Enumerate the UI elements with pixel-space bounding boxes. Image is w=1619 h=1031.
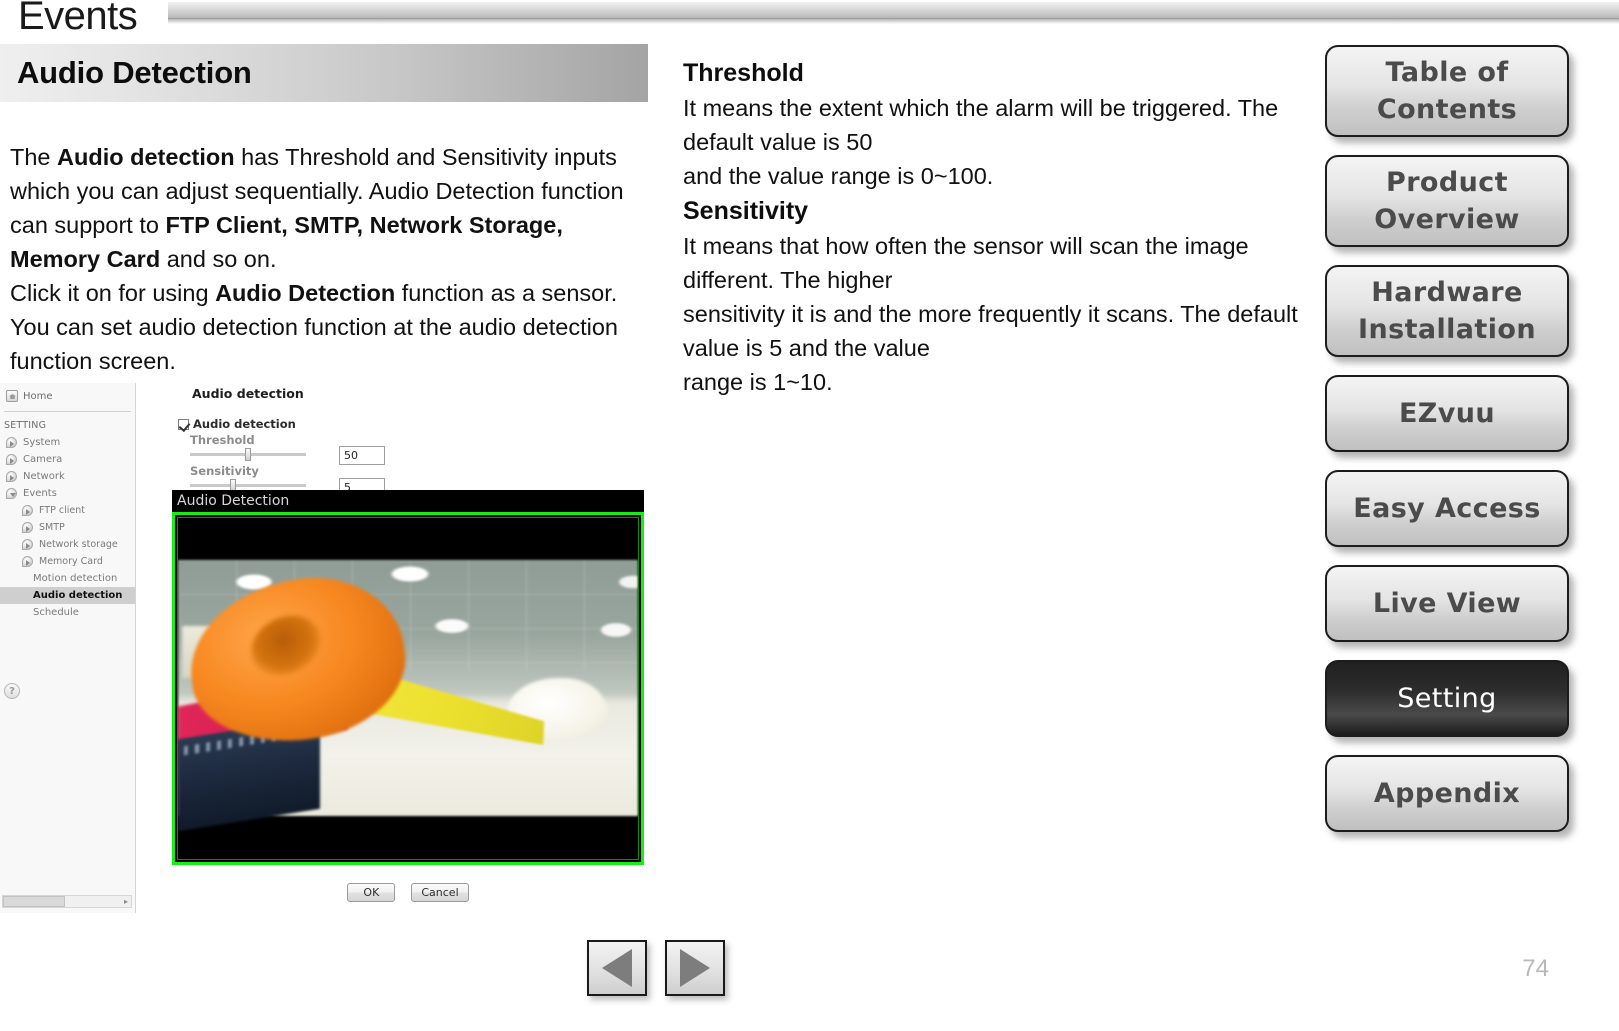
- section-nav-buttons: Table of Contents Product Overview Hardware I…: [1325, 45, 1570, 850]
- video-panel-header: Audio Detection: [172, 490, 644, 512]
- triangle-right-icon: [680, 949, 710, 987]
- sensitivity-slider-label: Sensitivity: [190, 464, 259, 478]
- threshold-slider-row[interactable]: [150, 447, 650, 461]
- nav-button-product-overview[interactable]: Product Overview: [1325, 155, 1569, 247]
- tree-item-label: Events: [23, 488, 57, 499]
- tree-item-label: FTP client: [39, 505, 85, 516]
- nav-button-live-view[interactable]: Live View: [1325, 565, 1569, 642]
- nav-button-label: Hardware Installation: [1358, 277, 1536, 345]
- nav-button-label: Live View: [1372, 588, 1522, 619]
- chevron-right-icon[interactable]: [22, 539, 33, 550]
- sensitivity-slider-row[interactable]: [150, 478, 650, 492]
- nav-button-label: Table of Contents: [1376, 57, 1518, 125]
- tree-divider: [4, 411, 131, 412]
- tree-item-camera[interactable]: Camera: [0, 451, 135, 468]
- scrollbar-thumb[interactable]: [3, 896, 65, 907]
- ok-button[interactable]: OK: [347, 883, 396, 902]
- tree-item-label: System: [23, 437, 61, 448]
- threshold-slider-knob[interactable]: [245, 448, 251, 461]
- chevron-right-icon[interactable]: [22, 522, 33, 533]
- tree-item-motion-detection[interactable]: Motion detection: [0, 570, 135, 587]
- nav-button-label: Product Overview: [1374, 167, 1520, 235]
- audio-detection-form: Audio detection Audio detection Threshol…: [150, 383, 650, 497]
- tree-item-label: Motion detection: [33, 573, 118, 584]
- sensitivity-heading: Sensitivity: [683, 197, 809, 225]
- threshold-heading: Threshold: [683, 59, 804, 87]
- triangle-left-icon: [602, 949, 632, 987]
- section-title-bar: Audio Detection: [0, 44, 648, 102]
- tree-item-label: SMTP: [39, 522, 65, 533]
- tree-horizontal-scrollbar[interactable]: ▸: [2, 895, 132, 908]
- tab-events[interactable]: Events: [18, 0, 138, 38]
- tree-item-label: Network: [23, 471, 65, 482]
- audio-detection-checkbox-label: Audio detection: [193, 417, 296, 431]
- nav-button-hardware-installation[interactable]: Hardware Installation: [1325, 265, 1569, 357]
- tree-item-label: Camera: [23, 454, 63, 465]
- cancel-button[interactable]: Cancel: [411, 883, 469, 902]
- audio-detection-checkbox[interactable]: [178, 418, 189, 430]
- tree-item-label: Audio detection: [33, 590, 123, 601]
- nav-button-ezvuu[interactable]: EZvuu: [1325, 375, 1569, 452]
- scrollbar-right-arrow-icon[interactable]: ▸: [124, 897, 131, 906]
- nav-button-label: EZvuu: [1398, 398, 1496, 429]
- tree-item-home[interactable]: Home: [0, 383, 135, 409]
- chevron-right-icon[interactable]: [22, 505, 33, 516]
- nav-button-appendix[interactable]: Appendix: [1325, 755, 1569, 832]
- tree-item-smtp[interactable]: SMTP: [0, 519, 135, 536]
- header-bar-shadow: [168, 19, 1619, 24]
- tree-item-ftp-client[interactable]: FTP client: [0, 502, 135, 519]
- nav-button-easy-access[interactable]: Easy Access: [1325, 470, 1569, 547]
- page-number: 74: [1522, 955, 1549, 982]
- nav-button-label: Appendix: [1373, 778, 1521, 809]
- nav-button-label: Easy Access: [1353, 493, 1541, 524]
- next-page-button[interactable]: [665, 940, 725, 996]
- tree-item-network[interactable]: Network: [0, 468, 135, 485]
- tree-item-label: Network storage: [39, 539, 118, 550]
- page-title: Audio Detection: [17, 55, 252, 90]
- tree-item-memory-card[interactable]: Memory Card: [0, 553, 135, 570]
- tree-item-audio-detection[interactable]: Audio detection: [0, 587, 135, 604]
- settings-tree-panel: Home SETTING System Camera Network Events FT…: [0, 383, 136, 913]
- nav-button-table-of-contents[interactable]: Table of Contents: [1325, 45, 1569, 137]
- dialog-button-row: OK Cancel: [172, 883, 644, 902]
- threshold-slider-label: Threshold: [190, 433, 255, 447]
- chevron-down-icon[interactable]: [6, 488, 17, 499]
- tree-item-schedule[interactable]: Schedule: [0, 604, 135, 621]
- tree-item-label: Memory Card: [39, 556, 103, 567]
- right-text-column: Threshold It means the extent which the …: [683, 55, 1323, 399]
- chevron-right-icon[interactable]: [6, 471, 17, 482]
- nav-button-setting[interactable]: Setting: [1325, 660, 1569, 737]
- tree-item-events[interactable]: Events: [0, 485, 135, 502]
- nav-button-label: Setting: [1397, 683, 1497, 714]
- video-frame[interactable]: [172, 512, 644, 865]
- tree-item-system[interactable]: System: [0, 434, 135, 451]
- help-icon[interactable]: ?: [4, 683, 20, 699]
- threshold-slider-track[interactable]: [190, 448, 306, 461]
- audio-detection-checkbox-row[interactable]: Audio detection: [150, 401, 650, 431]
- chevron-right-icon[interactable]: [6, 454, 17, 465]
- tree-item-home-label: Home: [23, 390, 53, 402]
- sensitivity-slider-track[interactable]: [190, 479, 306, 492]
- header-gradient-bar: [168, 2, 1619, 19]
- video-inner-border: [177, 517, 639, 860]
- orange-object-opening: [241, 604, 331, 687]
- sensitivity-description: It means that how often the sensor will …: [683, 233, 1298, 395]
- form-title: Audio detection: [192, 386, 304, 401]
- intro-paragraph: The Audio detection has Threshold and Se…: [10, 144, 624, 374]
- home-icon: [6, 390, 18, 402]
- video-preview-panel: Audio Detection: [172, 490, 644, 865]
- previous-page-button[interactable]: [587, 940, 647, 996]
- embedded-app-screenshot: Home SETTING System Camera Network Events FT…: [0, 383, 650, 913]
- tree-item-label: Schedule: [33, 607, 79, 618]
- threshold-value-input[interactable]: 50: [339, 446, 385, 465]
- tree-section-setting: SETTING: [4, 420, 47, 431]
- tree-item-network-storage[interactable]: Network storage: [0, 536, 135, 553]
- page-navigation: [587, 940, 725, 996]
- camera-live-image: [178, 560, 638, 832]
- tree-item-list: System Camera Network Events FTP client SMTP N…: [0, 434, 135, 621]
- chevron-right-icon[interactable]: [22, 556, 33, 567]
- chevron-right-icon[interactable]: [6, 437, 17, 448]
- threshold-description: It means the extent which the alarm will…: [683, 95, 1279, 189]
- slide-page: Events Audio Detection The Audio detecti…: [0, 0, 1619, 1031]
